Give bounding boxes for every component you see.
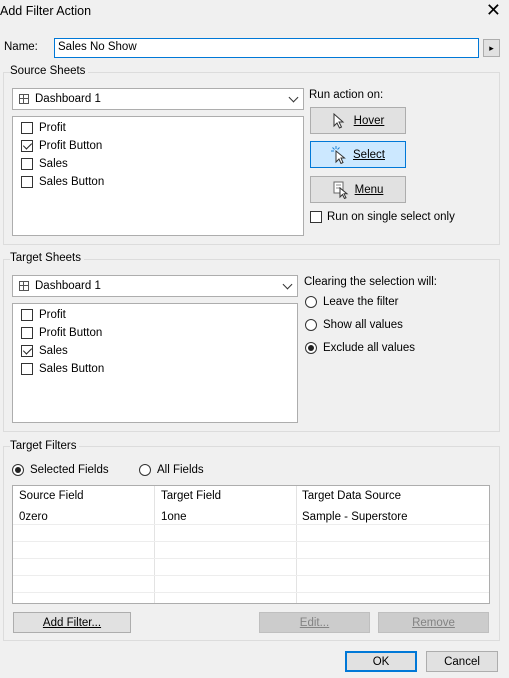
source-dashboard-dropdown[interactable]: Dashboard 1 bbox=[12, 88, 304, 110]
remove-button[interactable]: Remove bbox=[378, 612, 489, 633]
target-sheet-label: Sales Button bbox=[39, 363, 105, 375]
table-cell[interactable]: 1one bbox=[161, 511, 187, 523]
source-sheet-label: Sales bbox=[39, 158, 68, 170]
all-fields-label: All Fields bbox=[157, 464, 204, 476]
radio[interactable] bbox=[305, 296, 317, 308]
leave-filter-option[interactable]: Leave the filter bbox=[305, 296, 398, 308]
column-header-target-data-source[interactable]: Target Data Source bbox=[302, 490, 401, 502]
single-select-option[interactable]: Run on single select only bbox=[310, 211, 455, 223]
table-cell[interactable]: 0zero bbox=[19, 511, 48, 523]
checkbox[interactable] bbox=[310, 211, 322, 223]
source-sheet-item[interactable]: Profit Button bbox=[21, 140, 102, 152]
checkbox[interactable] bbox=[21, 309, 33, 321]
source-sheet-label: Profit bbox=[39, 122, 66, 134]
column-header-target-field[interactable]: Target Field bbox=[161, 490, 221, 502]
target-sheet-label: Sales bbox=[39, 345, 68, 357]
selected-fields-option[interactable]: Selected Fields bbox=[12, 464, 109, 476]
exclude-all-values-label: Exclude all values bbox=[323, 342, 416, 354]
pointer-icon bbox=[333, 112, 344, 129]
show-all-values-option[interactable]: Show all values bbox=[305, 319, 403, 331]
target-dashboard-dropdown[interactable]: Dashboard 1 bbox=[12, 275, 298, 297]
ok-button[interactable]: OK bbox=[345, 651, 417, 672]
source-sheet-item[interactable]: Sales Button bbox=[21, 176, 104, 188]
radio[interactable] bbox=[139, 464, 151, 476]
target-sheet-item[interactable]: Sales bbox=[21, 345, 68, 357]
menu-button[interactable]: Menu bbox=[310, 176, 406, 203]
ok-label: OK bbox=[372, 655, 390, 668]
target-sheets-title: Target Sheets bbox=[10, 252, 84, 264]
source-sheet-label: Profit Button bbox=[39, 140, 103, 152]
remove-label: Remove bbox=[412, 616, 455, 629]
table-cell[interactable]: Sample - Superstore bbox=[302, 511, 407, 523]
all-fields-option[interactable]: All Fields bbox=[139, 464, 204, 476]
name-input[interactable]: Sales No Show bbox=[54, 38, 479, 58]
filters-table: Source Field Target Field Target Data So… bbox=[12, 485, 490, 604]
show-all-values-label: Show all values bbox=[323, 319, 403, 331]
dashboard-grid-icon bbox=[19, 281, 29, 291]
checkbox[interactable] bbox=[21, 122, 33, 134]
cancel-button[interactable]: Cancel bbox=[426, 651, 498, 672]
name-menu-button[interactable]: ▸ bbox=[483, 39, 500, 57]
single-select-label: Run on single select only bbox=[327, 211, 455, 223]
close-icon[interactable]: ✕ bbox=[486, 1, 501, 19]
target-filters-title: Target Filters bbox=[10, 440, 80, 452]
add-filter-label: Add Filter... bbox=[42, 616, 102, 629]
cancel-label: Cancel bbox=[444, 655, 480, 668]
target-dashboard-value: Dashboard 1 bbox=[35, 280, 101, 292]
edit-label: Edit... bbox=[299, 616, 330, 629]
clearing-label: Clearing the selection will: bbox=[304, 276, 437, 288]
selected-fields-label: Selected Fields bbox=[30, 464, 109, 476]
edit-button[interactable]: Edit... bbox=[259, 612, 370, 633]
checkbox[interactable] bbox=[21, 363, 33, 375]
source-sheets-title: Source Sheets bbox=[10, 65, 89, 77]
chevron-down-icon bbox=[288, 92, 299, 103]
select-button[interactable]: Select bbox=[310, 141, 406, 168]
exclude-all-values-option[interactable]: Exclude all values bbox=[305, 342, 415, 354]
select-label: Select bbox=[353, 148, 385, 161]
target-sheet-item[interactable]: Sales Button bbox=[21, 363, 104, 375]
source-sheet-item[interactable]: Sales bbox=[21, 158, 68, 170]
add-filter-button[interactable]: Add Filter... bbox=[13, 612, 131, 633]
checkbox[interactable] bbox=[21, 176, 33, 188]
name-label: Name: bbox=[4, 41, 38, 53]
triangle-right-icon: ▸ bbox=[489, 42, 494, 53]
hover-button[interactable]: Hover bbox=[310, 107, 406, 134]
source-sheet-item[interactable]: Profit bbox=[21, 122, 66, 134]
radio-selected[interactable] bbox=[12, 464, 24, 476]
checkbox-checked[interactable] bbox=[21, 140, 33, 152]
run-action-label: Run action on: bbox=[309, 89, 384, 101]
dialog-title: Add Filter Action bbox=[0, 4, 92, 18]
target-sheet-label: Profit bbox=[39, 309, 66, 321]
target-sheet-item[interactable]: Profit bbox=[21, 309, 66, 321]
target-sheets-list: Profit Profit Button Sales Sales Button bbox=[12, 303, 298, 423]
menu-label: Menu bbox=[354, 183, 384, 196]
leave-filter-label: Leave the filter bbox=[323, 296, 399, 308]
radio-selected[interactable] bbox=[305, 342, 317, 354]
source-sheet-label: Sales Button bbox=[39, 176, 105, 188]
chevron-down-icon bbox=[282, 279, 293, 290]
column-header-source-field[interactable]: Source Field bbox=[19, 490, 84, 502]
dashboard-grid-icon bbox=[19, 94, 29, 104]
target-sheet-label: Profit Button bbox=[39, 327, 103, 339]
checkbox[interactable] bbox=[21, 327, 33, 339]
checkbox[interactable] bbox=[21, 158, 33, 170]
target-sheet-item[interactable]: Profit Button bbox=[21, 327, 102, 339]
select-click-icon bbox=[331, 145, 346, 164]
menu-pointer-icon bbox=[333, 181, 348, 199]
hover-label: Hover bbox=[353, 114, 385, 127]
source-sheets-list: Profit Profit Button Sales Sales Button bbox=[12, 116, 304, 236]
radio[interactable] bbox=[305, 319, 317, 331]
checkbox-checked[interactable] bbox=[21, 345, 33, 357]
source-dashboard-value: Dashboard 1 bbox=[35, 93, 101, 105]
name-input-value: Sales No Show bbox=[58, 41, 137, 53]
